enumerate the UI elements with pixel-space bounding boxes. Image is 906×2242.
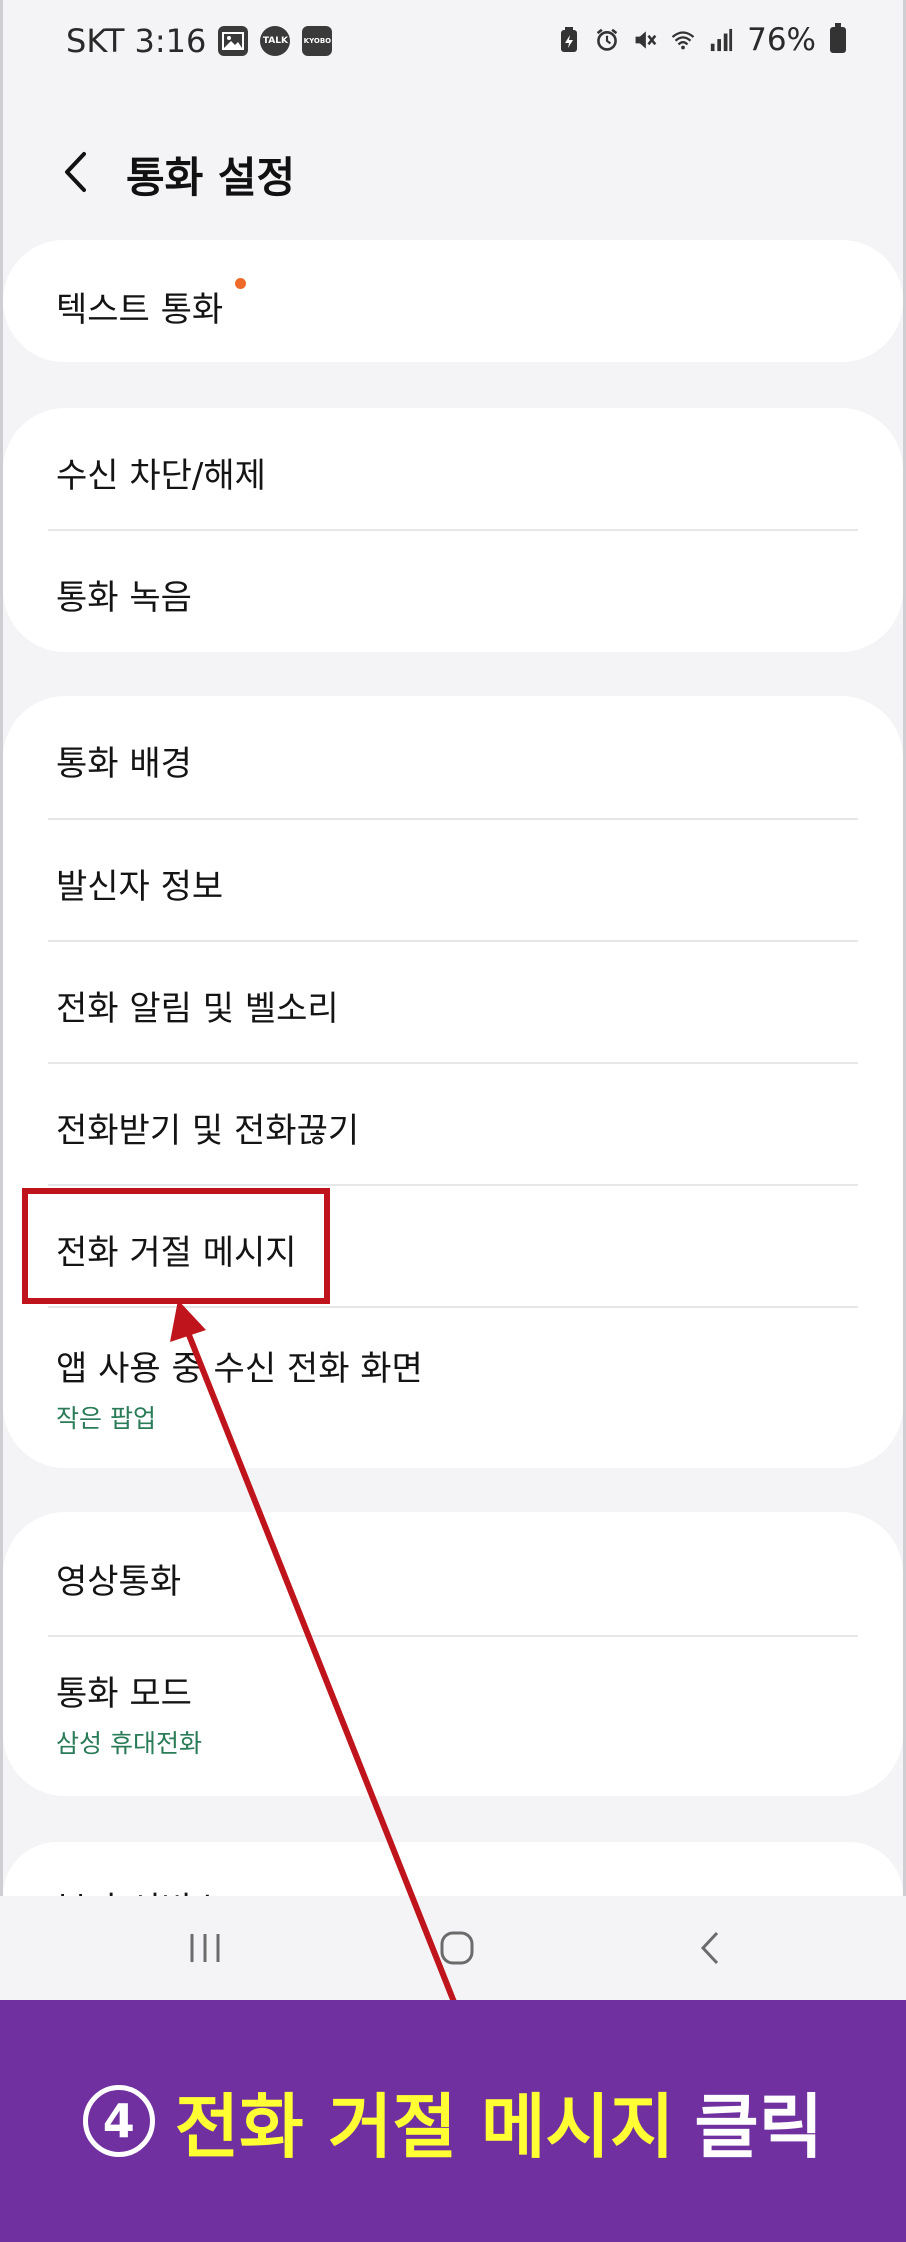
setting-call-blocking[interactable]: 수신 차단/해제 xyxy=(3,408,903,530)
setting-caller-info[interactable]: 발신자 정보 xyxy=(3,819,903,941)
setting-call-recording[interactable]: 통화 녹음 xyxy=(3,530,903,652)
carrier-time: SKT 3:16 xyxy=(66,22,207,60)
home-button[interactable] xyxy=(397,1896,517,2000)
setting-label: 앱 사용 중 수신 전화 화면 xyxy=(56,1349,423,1389)
setting-label: 부가 서비스 xyxy=(56,1882,223,1896)
status-left: SKT 3:16 TALK KYOBO xyxy=(66,22,333,60)
settings-group-3: 통화 배경 발신자 정보 전화 알림 및 벨소리 전화받기 및 전화끊기 전화 … xyxy=(3,696,903,1468)
kyobo-icon: KYOBO xyxy=(302,26,333,56)
battery-saver-icon xyxy=(557,26,581,54)
page-title: 통화 설정 xyxy=(126,153,296,202)
caption-highlight-text: 전화 거절 메시지 xyxy=(174,2085,675,2168)
app-header: 통화 설정 xyxy=(0,130,906,220)
setting-label: 전화받기 및 전화끊기 xyxy=(56,1111,360,1151)
setting-call-background[interactable]: 통화 배경 xyxy=(3,696,903,819)
setting-label: 발신자 정보 xyxy=(56,867,224,907)
back-button[interactable] xyxy=(50,142,100,202)
new-badge-dot xyxy=(235,278,246,289)
battery-icon xyxy=(830,23,846,53)
settings-group-5: 부가 서비스 xyxy=(3,1842,903,1896)
system-back-button[interactable] xyxy=(650,1896,770,2000)
signal-icon xyxy=(709,26,733,54)
status-bar: SKT 3:16 TALK KYOBO 76% xyxy=(0,0,906,86)
battery-level: 76% xyxy=(747,22,816,58)
home-icon xyxy=(440,1931,474,1965)
setting-label: 전화 알림 및 벨소리 xyxy=(56,989,339,1029)
alarm-icon xyxy=(595,26,619,54)
setting-value: 삼성 휴대전화 xyxy=(56,1729,202,1758)
mute-icon xyxy=(633,26,657,54)
step-number-badge: 4 xyxy=(82,2085,155,2157)
image-icon xyxy=(218,26,249,56)
setting-supplementary-services[interactable]: 부가 서비스 xyxy=(3,1842,903,1896)
settings-group-4: 영상통화 통화 모드 삼성 휴대전화 xyxy=(3,1512,903,1796)
caption-action-text: 클릭 xyxy=(694,2085,824,2168)
recents-button[interactable] xyxy=(145,1896,265,2000)
setting-label: 텍스트 통화 xyxy=(56,290,224,330)
setting-video-call[interactable]: 영상통화 xyxy=(3,1512,903,1636)
back-icon xyxy=(700,1931,719,1965)
wifi-icon xyxy=(671,26,695,54)
recents-icon xyxy=(190,1934,220,1962)
highlight-box xyxy=(22,1188,330,1304)
kakaotalk-icon: TALK xyxy=(260,26,291,56)
setting-alerts-ringtone[interactable]: 전화 알림 및 벨소리 xyxy=(3,941,903,1063)
settings-group-2: 수신 차단/해제 통화 녹음 xyxy=(3,408,903,652)
chevron-left-icon xyxy=(65,152,86,192)
status-right: 76% xyxy=(557,22,846,58)
setting-label: 통화 모드 xyxy=(56,1674,192,1714)
setting-text-call[interactable]: 텍스트 통화 xyxy=(3,240,903,362)
settings-group-1: 텍스트 통화 xyxy=(3,240,903,362)
setting-call-mode[interactable]: 통화 모드 삼성 휴대전화 xyxy=(3,1636,903,1796)
setting-label: 통화 배경 xyxy=(56,744,192,784)
setting-label: 통화 녹음 xyxy=(56,578,192,618)
setting-label: 영상통화 xyxy=(56,1562,182,1602)
setting-answer-end-calls[interactable]: 전화받기 및 전화끊기 xyxy=(3,1063,903,1185)
setting-incoming-call-display[interactable]: 앱 사용 중 수신 전화 화면 작은 팝업 xyxy=(3,1307,903,1468)
caption-banner: 4 전화 거절 메시지 클릭 xyxy=(0,2000,906,2242)
setting-label: 수신 차단/해제 xyxy=(56,456,266,496)
setting-value: 작은 팝업 xyxy=(56,1404,156,1433)
navigation-bar xyxy=(0,1896,906,2000)
